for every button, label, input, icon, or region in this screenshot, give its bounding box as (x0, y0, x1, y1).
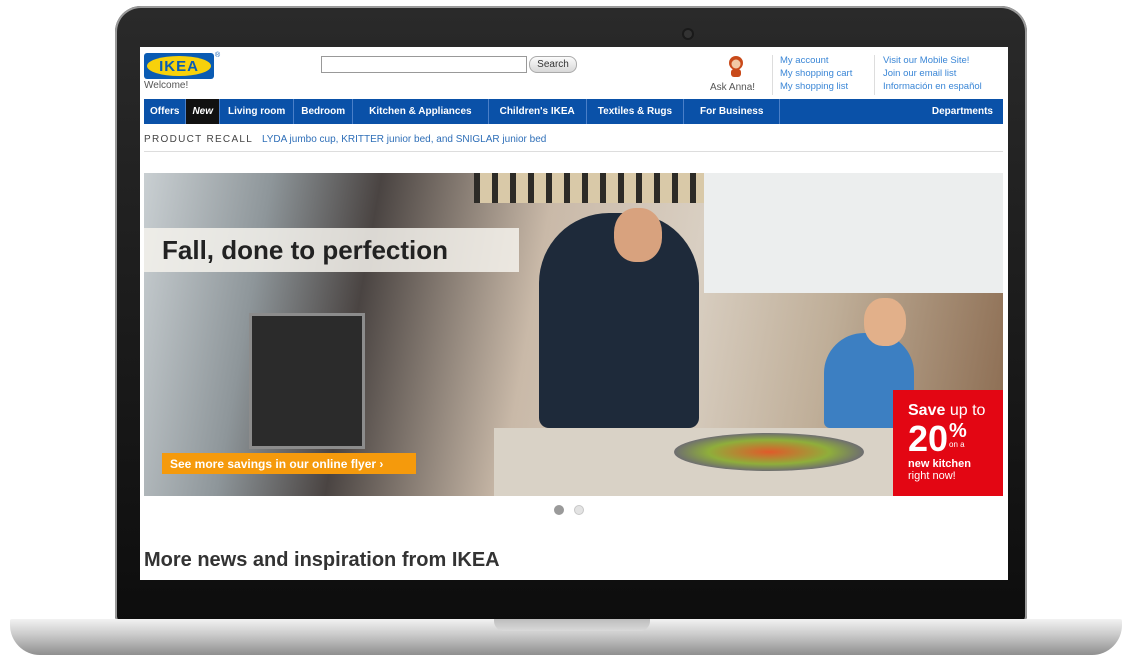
camera-icon (684, 30, 692, 38)
product-recall: PRODUCT RECALL LYDA jumbo cup, KRITTER j… (144, 134, 546, 145)
ikea-logo[interactable]: IKEA (144, 53, 214, 79)
extra-links: Visit our Mobile Site! Join our email li… (883, 54, 982, 93)
online-flyer-button[interactable]: See more savings in our online flyer › (162, 453, 416, 474)
ask-anna-link[interactable]: Ask Anna! (710, 82, 755, 93)
shopping-list-link[interactable]: My shopping list (780, 80, 852, 93)
promo-new-kitchen: new kitchen (908, 458, 971, 470)
search-button[interactable]: Search (529, 56, 577, 73)
hero-photo-boy-head (864, 298, 906, 346)
hero-photo-oven (249, 313, 365, 449)
promo-up-to: up to (949, 402, 986, 419)
kitchen-promo-badge[interactable]: Save up to 20 % on a new kitchen right n… (893, 390, 1003, 496)
promo-right-now: right now! (908, 470, 956, 482)
hero-photo-cabinets (704, 173, 1003, 293)
news-heading: More news and inspiration from IKEA (144, 549, 500, 571)
welcome-text: Welcome! (144, 80, 189, 91)
promo-on-a: on a (949, 440, 965, 449)
promo-save: Save (908, 402, 946, 419)
hero-photo-man-head (614, 208, 662, 262)
carousel-dot[interactable] (574, 505, 584, 515)
registered-mark: ® (215, 52, 221, 59)
hero-banner[interactable]: Fall, done to perfection See more saving… (144, 173, 1003, 496)
account-links: My account My shopping cart My shopping … (780, 54, 852, 93)
laptop-notch (494, 619, 650, 631)
shopping-cart-link[interactable]: My shopping cart (780, 67, 852, 80)
divider (144, 151, 1003, 152)
spanish-link[interactable]: Información en español (883, 80, 982, 93)
nav-new[interactable]: New (186, 99, 221, 124)
recall-label: PRODUCT RECALL (144, 134, 254, 145)
browser-viewport: IKEA ® Welcome! Search Ask Anna! My acco… (140, 47, 1008, 580)
nav-kitchen-appliances[interactable]: Kitchen & Appliances (353, 99, 489, 124)
mobile-site-link[interactable]: Visit our Mobile Site! (883, 54, 982, 67)
nav-childrens-ikea[interactable]: Children's IKEA (489, 99, 587, 124)
carousel-dot-active[interactable] (554, 505, 564, 515)
hero-headline: Fall, done to perfection (144, 228, 519, 272)
main-nav: Offers New Living room Bedroom Kitchen &… (144, 99, 1003, 124)
nav-for-business[interactable]: For Business (684, 99, 781, 124)
hero-photo-vegetable-bowl (674, 433, 864, 471)
divider (772, 55, 773, 95)
recall-link[interactable]: LYDA jumbo cup, KRITTER junior bed, and … (262, 134, 546, 145)
search-input[interactable] (321, 56, 527, 73)
promo-percent: % (949, 420, 967, 442)
divider (874, 55, 875, 95)
nav-departments[interactable]: Departments (926, 99, 1003, 124)
nav-textiles-rugs[interactable]: Textiles & Rugs (587, 99, 685, 124)
email-list-link[interactable]: Join our email list (883, 67, 982, 80)
anna-avatar-icon[interactable] (726, 55, 746, 77)
my-account-link[interactable]: My account (780, 54, 852, 67)
nav-living-room[interactable]: Living room (220, 99, 295, 124)
promo-number: 20 (908, 418, 949, 459)
nav-offers[interactable]: Offers (144, 99, 187, 124)
logo-text: IKEA (147, 56, 211, 76)
nav-bedroom[interactable]: Bedroom (294, 99, 354, 124)
